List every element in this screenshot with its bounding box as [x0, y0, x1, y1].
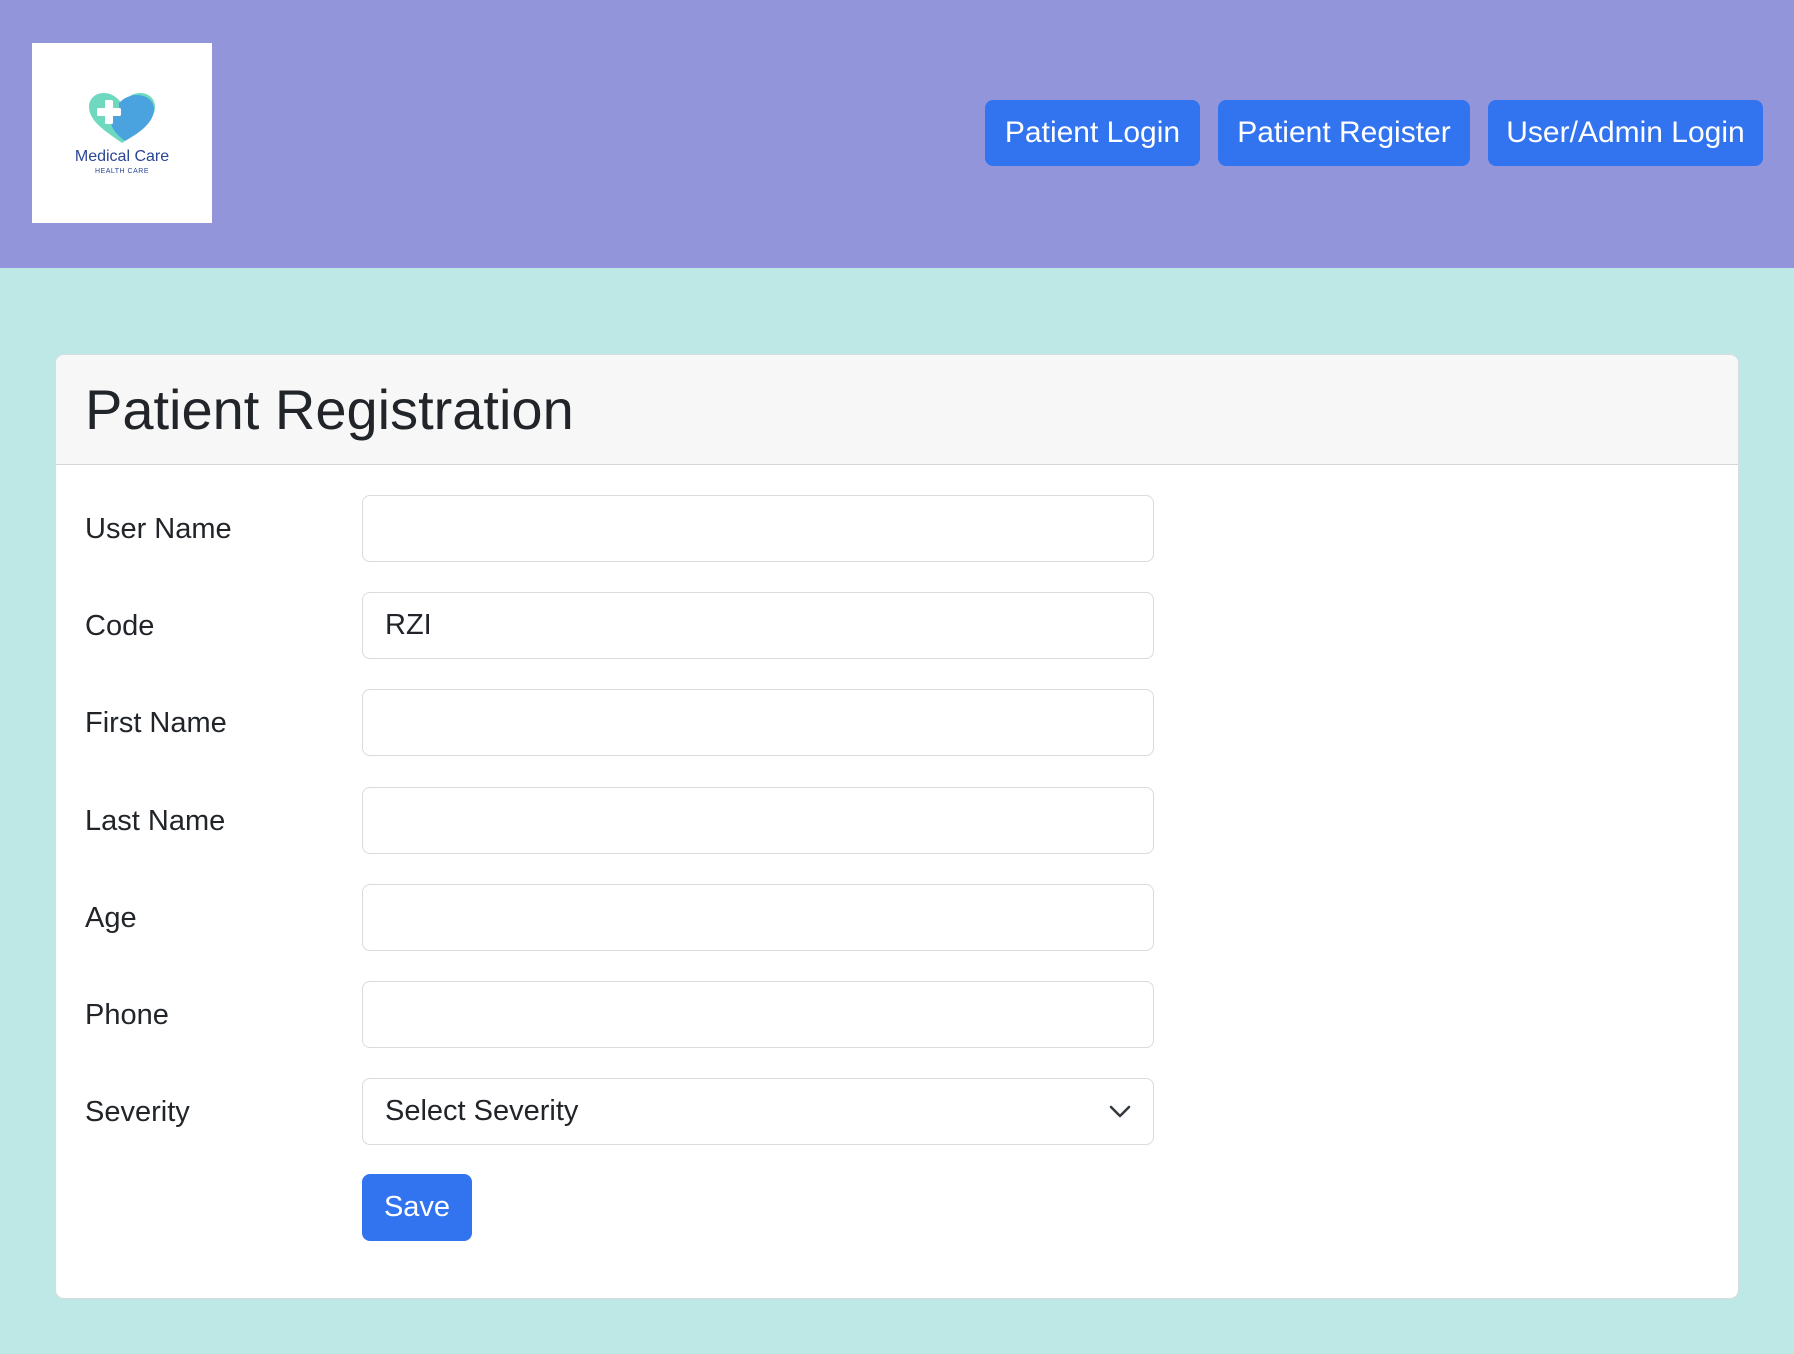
code-label: Code [85, 610, 155, 642]
brand-tagline: HEALTH CARE [95, 168, 149, 175]
user-admin-login-button[interactable]: User/Admin Login [1488, 100, 1763, 166]
registration-card: Patient Registration User Name Code Firs… [55, 354, 1739, 1299]
chevron-down-icon [1109, 1105, 1131, 1119]
page-title: Patient Registration [85, 378, 574, 441]
navbar: Medical Care HEALTH CARE Patient Login P… [0, 0, 1794, 268]
severity-label: Severity [85, 1096, 190, 1128]
first-name-input[interactable] [362, 689, 1154, 756]
last-name-input[interactable] [362, 787, 1154, 854]
age-label: Age [85, 902, 137, 934]
last-name-label: Last Name [85, 805, 226, 837]
severity-select[interactable]: Select Severity [362, 1078, 1154, 1145]
user-name-input[interactable] [362, 495, 1154, 562]
card-header: Patient Registration [56, 355, 1738, 465]
patient-register-button[interactable]: Patient Register [1218, 100, 1470, 166]
brand-name: Medical Care [74, 148, 170, 165]
phone-label: Phone [85, 999, 169, 1031]
user-name-label: User Name [85, 513, 232, 545]
phone-input[interactable] [362, 981, 1154, 1048]
patient-login-button[interactable]: Patient Login [985, 100, 1200, 166]
code-input[interactable] [362, 592, 1154, 659]
heart-cross-icon [89, 93, 155, 143]
save-button[interactable]: Save [362, 1174, 472, 1241]
first-name-label: First Name [85, 707, 227, 739]
age-input[interactable] [362, 884, 1154, 951]
severity-selected-value: Select Severity [385, 1095, 579, 1127]
brand-logo[interactable]: Medical Care HEALTH CARE [32, 43, 212, 223]
